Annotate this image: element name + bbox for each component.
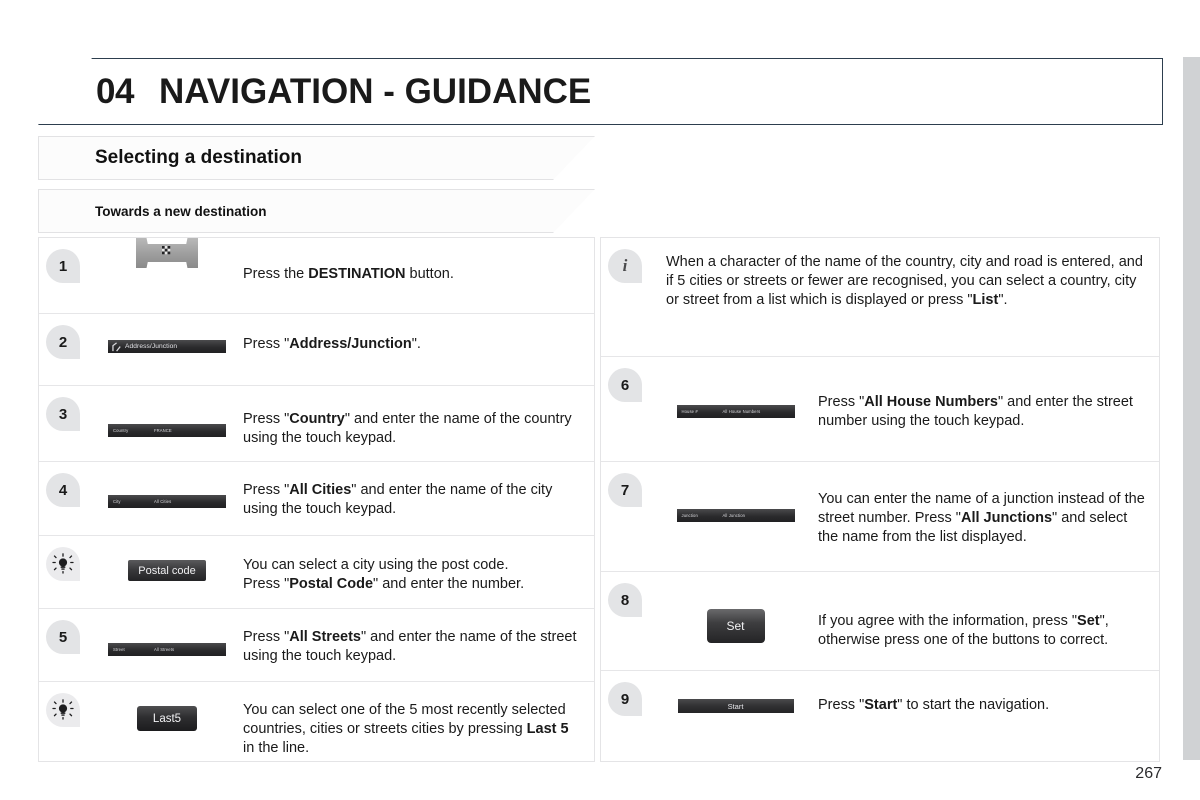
screen-bar-right-label: All Junction: [722, 513, 746, 518]
screen-button-label: Address/Junction: [125, 343, 178, 350]
section-header-primary-label: Selecting a destination: [95, 147, 302, 168]
step-instruction-text: Press "Start" to start the navigation.: [818, 697, 1050, 713]
step-number-badge: 8: [608, 583, 642, 617]
checkered-flag-icon: [161, 244, 173, 262]
step-number-badge: 3: [46, 397, 80, 431]
step-badge-cell: 2: [39, 314, 91, 359]
tip-bulb-icon: [46, 693, 80, 727]
screen-bar-right-label: All Cities: [154, 499, 172, 504]
step-instruction-text: You can select one of the 5 most recentl…: [243, 702, 569, 756]
step-graphic-cell: City All Cities: [91, 462, 243, 508]
step-instruction-text: Press "All Cities" and enter the name of…: [243, 482, 553, 517]
step-badge-cell: 1: [39, 238, 91, 283]
step-instruction-text: Press "All Streets" and enter the name o…: [243, 629, 577, 664]
step-row: 9 Start Press "Start" to start the navigat…: [601, 671, 1159, 761]
step-graphic-cell: [91, 238, 243, 268]
junction-icon: [112, 342, 121, 352]
step-badge-cell: [39, 682, 91, 727]
screen-button-postal-code: Postal code: [128, 560, 206, 581]
step-graphic-cell: House # All House Numbers: [653, 357, 818, 418]
step-row: 5 Street All Streets Press "All Streets" an…: [39, 609, 594, 682]
step-row: 8 Set If you agree with the information, p…: [601, 572, 1159, 671]
step-number-badge: 1: [46, 249, 80, 283]
step-badge-cell: 3: [39, 386, 91, 431]
step-row: Last5 You can select one of the 5 most re…: [39, 682, 594, 761]
destination-hardware-button: [136, 238, 198, 268]
manual-page: 04 NAVIGATION - GUIDANCE Selecting a des…: [0, 0, 1200, 800]
step-instruction-text: Press "Address/Junction".: [243, 336, 421, 352]
screen-bar-start: Start: [677, 699, 794, 713]
step-number-badge: 7: [608, 473, 642, 507]
step-row: 3 Country FRANCE Press "Country" and enter …: [39, 386, 594, 462]
chapter-title-banner: 04 NAVIGATION - GUIDANCE: [38, 58, 1163, 125]
step-badge-cell: [39, 536, 91, 581]
step-graphic-cell: Country FRANCE: [91, 386, 243, 437]
screen-button-set: Set: [706, 609, 765, 643]
screen-bar-house-number: House # All House Numbers: [676, 405, 795, 418]
step-graphic-cell: Start: [653, 671, 818, 713]
screen-bar-street: Street All Streets: [108, 643, 226, 656]
left-step-column: 1 Press the DESTINATION button. 2 Address…: [38, 237, 595, 762]
step-instruction-text: Press "Country" and enter the name of th…: [243, 411, 572, 446]
info-icon: i: [608, 249, 642, 283]
step-row: 4 City All Cities Press "All Cities" and en…: [39, 462, 594, 536]
section-header-primary: Selecting a destination: [38, 136, 595, 180]
step-instruction-text: Press "All House Numbers" and enter the …: [818, 394, 1133, 429]
screen-bar-city: City All Cities: [108, 495, 226, 508]
step-row: 2 Address/Junction Press "Address/Junctio…: [39, 314, 594, 386]
step-instruction-text: You can select a city using the post cod…: [243, 557, 525, 592]
step-badge-cell: 7: [601, 462, 653, 507]
screen-bar-left-label: House #: [681, 409, 698, 414]
info-note-text: When a character of the name of the coun…: [666, 254, 1143, 309]
right-step-column: i When a character of the name of the cou…: [600, 237, 1160, 762]
step-row: 6 House # All House Numbers Press "All Hous…: [601, 357, 1159, 462]
screen-bar-right-label: All Streets: [154, 647, 175, 652]
page-number: 267: [1135, 765, 1162, 782]
step-instruction-text: Press the DESTINATION button.: [243, 266, 454, 282]
step-instruction-text: If you agree with the information, press…: [818, 613, 1109, 648]
screen-bar-country: Country FRANCE: [108, 424, 226, 437]
step-number-badge: 2: [46, 325, 80, 359]
screen-button-last5: Last5: [137, 706, 197, 731]
step-badge-cell: 8: [601, 572, 653, 617]
info-note: i When a character of the name of the cou…: [601, 238, 1159, 357]
step-badge-cell: 4: [39, 462, 91, 507]
step-row: 1 Press the DESTINATION button.: [39, 238, 594, 314]
screen-bar-right-label: All House Numbers: [722, 409, 761, 414]
section-header-secondary-label: Towards a new destination: [95, 203, 267, 219]
step-badge-cell: 5: [39, 609, 91, 654]
step-graphic-cell: Last5: [91, 682, 243, 731]
step-graphic-cell: Street All Streets: [91, 609, 243, 656]
screen-bar-left-label: Country: [113, 428, 129, 433]
step-graphic-cell: Postal code: [91, 536, 243, 581]
step-instruction-text: You can enter the name of a junction ins…: [818, 491, 1145, 545]
screen-bar-left-label: City: [113, 499, 121, 504]
step-number-badge: 9: [608, 682, 642, 716]
screen-bar-left-label: Street: [113, 647, 125, 652]
chapter-number: 04: [96, 71, 134, 111]
tip-bulb-icon: [46, 547, 80, 581]
chapter-title: NAVIGATION - GUIDANCE: [158, 71, 592, 111]
step-number-badge: 5: [46, 620, 80, 654]
step-number-badge: 6: [608, 368, 642, 402]
step-graphic-cell: Set: [653, 572, 818, 643]
edge-thumb-tab: [1183, 57, 1200, 760]
step-row: Postal code You can select a city using t…: [39, 536, 594, 609]
step-row: 7 Junction All Junction You can enter the n…: [601, 462, 1159, 572]
screen-bar-right-label: FRANCE: [154, 428, 172, 433]
step-badge-cell: 6: [601, 357, 653, 402]
screen-bar-left-label: Junction: [681, 513, 698, 518]
step-badge-cell: 9: [601, 671, 653, 716]
step-graphic-cell: Address/Junction: [91, 314, 243, 353]
screen-bar-junction: Junction All Junction: [676, 509, 795, 522]
screen-button-address-junction: Address/Junction: [108, 340, 226, 353]
section-header-secondary: Towards a new destination: [38, 189, 595, 233]
step-graphic-cell: Junction All Junction: [653, 462, 818, 522]
step-number-badge: 4: [46, 473, 80, 507]
